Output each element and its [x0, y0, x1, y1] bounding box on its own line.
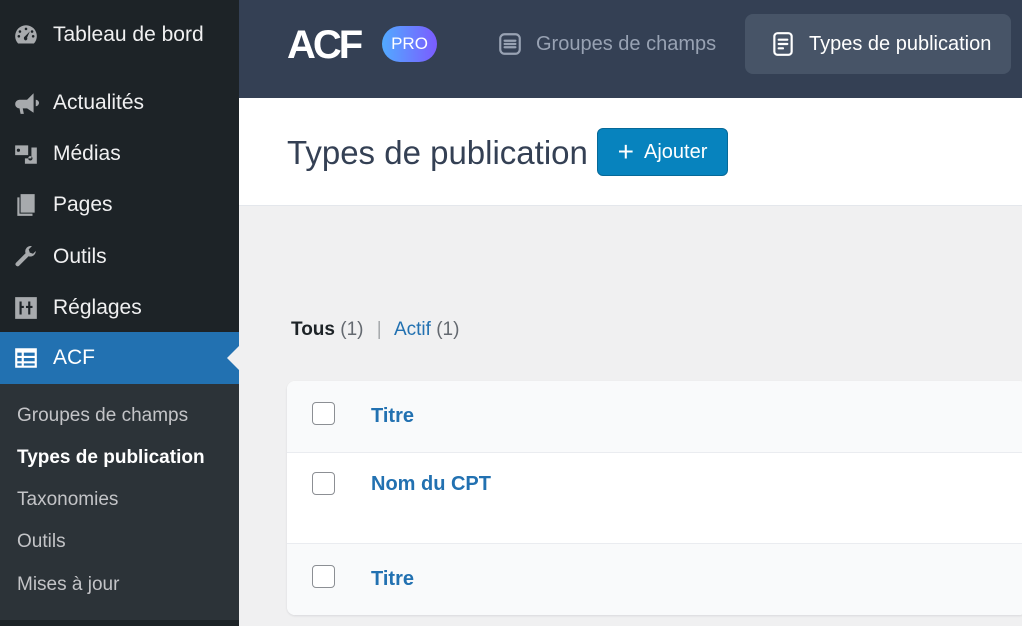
filter-all-count: (1) — [340, 319, 364, 340]
acf-submenu: Groupes de champs Types de publication T… — [0, 384, 239, 620]
menu-item-posts[interactable]: Actualités — [0, 77, 239, 128]
submenu-taxonomies[interactable]: Taxonomies — [17, 489, 118, 511]
menu-item-dashboard[interactable]: Tableau de bord — [0, 9, 239, 60]
pro-badge: PRO — [382, 26, 437, 62]
menu-label: Tableau de bord — [53, 22, 204, 46]
filter-active-count: (1) — [436, 319, 460, 340]
menu-item-acf[interactable]: ACF — [0, 332, 239, 384]
submenu-post-types[interactable]: Types de publication — [17, 447, 205, 469]
menu-label: ACF — [53, 346, 95, 369]
submenu-tools[interactable]: Outils — [17, 531, 66, 553]
megaphone-icon — [12, 89, 40, 117]
select-all-checkbox-footer[interactable] — [312, 565, 335, 588]
nav-field-groups[interactable]: Groupes de champs — [496, 14, 724, 74]
wrench-icon — [12, 243, 40, 271]
menu-item-pages[interactable]: Pages — [0, 179, 239, 230]
menu-item-tools[interactable]: Outils — [0, 231, 239, 282]
dashboard-icon — [12, 21, 40, 49]
acf-admin-header: ACF PRO Groupes de champs Types de publi… — [239, 0, 1022, 98]
post-types-icon — [769, 30, 797, 58]
post-types-table: Titre Nom du CPT Titre — [287, 381, 1022, 615]
settings-sliders-icon — [12, 294, 40, 322]
menu-label: Médias — [53, 141, 121, 165]
add-new-button[interactable]: + Ajouter — [597, 128, 728, 176]
status-filters: Tous (1) | Actif (1) — [291, 319, 459, 341]
pages-icon — [12, 191, 40, 219]
select-all-checkbox[interactable] — [312, 402, 335, 425]
acf-table-icon — [12, 344, 40, 372]
filter-separator: | — [376, 319, 382, 340]
nav-label: Groupes de champs — [536, 32, 717, 55]
filter-active[interactable]: Actif — [394, 319, 431, 340]
nav-post-types[interactable]: Types de publication — [745, 14, 1011, 74]
menu-item-settings[interactable]: Réglages — [0, 282, 239, 333]
filter-all[interactable]: Tous — [291, 319, 335, 340]
page-title: Types de publication — [287, 134, 588, 171]
row-title-link[interactable]: Nom du CPT — [371, 473, 491, 496]
nav-label: Types de publication — [809, 32, 992, 55]
menu-label: Actualités — [53, 90, 145, 114]
page-title-bar: Types de publication + Ajouter — [239, 98, 1022, 206]
table-row: Nom du CPT — [287, 453, 1022, 544]
menu-item-media[interactable]: Médias — [0, 128, 239, 179]
field-groups-icon — [496, 30, 524, 58]
media-icon — [12, 140, 40, 168]
plus-icon: + — [617, 136, 634, 167]
column-title-header[interactable]: Titre — [371, 405, 414, 428]
admin-sidebar: Tableau de bord Actualités Médias Pages … — [0, 0, 239, 626]
table-header-row: Titre — [287, 381, 1022, 453]
menu-label: Outils — [53, 244, 107, 268]
column-title-footer[interactable]: Titre — [371, 568, 414, 591]
submenu-updates[interactable]: Mises à jour — [17, 574, 119, 596]
menu-label: Pages — [53, 192, 113, 216]
acf-logo[interactable]: ACF — [287, 26, 371, 62]
add-button-label: Ajouter — [643, 140, 708, 163]
row-checkbox[interactable] — [312, 472, 335, 495]
table-footer-row: Titre — [287, 544, 1022, 615]
acf-logo-text: ACF — [287, 26, 362, 62]
submenu-field-groups[interactable]: Groupes de champs — [17, 405, 188, 427]
menu-label: Réglages — [53, 295, 142, 319]
